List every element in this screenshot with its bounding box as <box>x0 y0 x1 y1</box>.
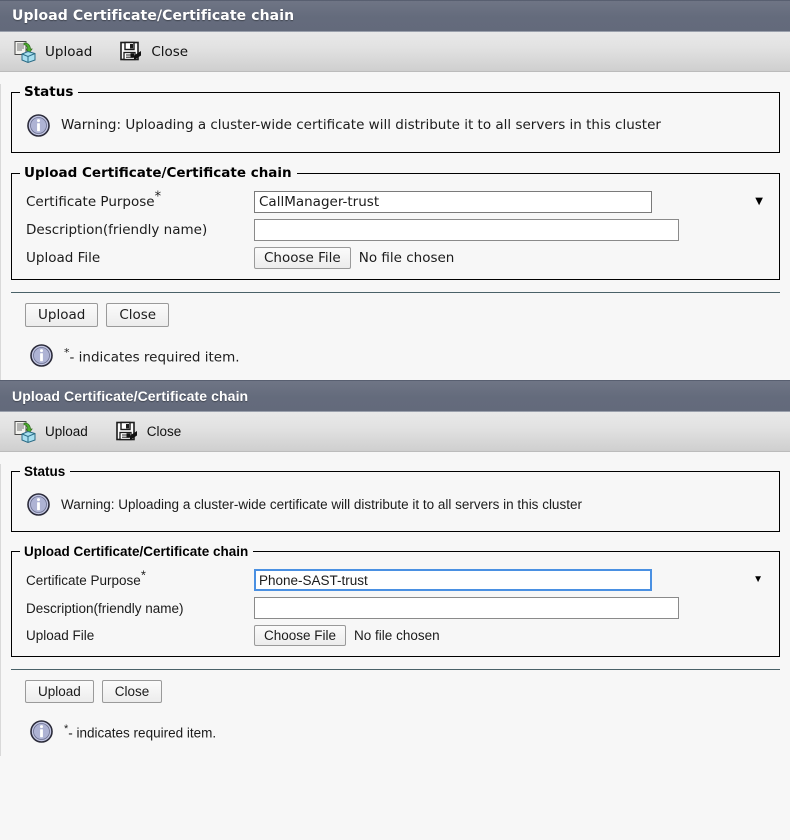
action-buttons: Upload Close <box>11 303 780 327</box>
window-titlebar: Upload Certificate/Certificate chain <box>0 0 790 32</box>
toolbar-upload-button[interactable]: Upload <box>12 39 92 65</box>
toolbar-upload-label: Upload <box>45 424 88 439</box>
description-input[interactable] <box>254 597 679 619</box>
upload-document-icon <box>12 39 38 65</box>
info-icon <box>29 719 54 744</box>
upload-form-legend: Upload Certificate/Certificate chain <box>24 165 292 181</box>
upload-file-row: Choose File No file chosen <box>254 625 771 646</box>
certificate-upload-panel-1: Upload Certificate/Certificate chain Upl… <box>0 0 790 380</box>
upload-file-row: Choose File No file chosen <box>254 247 771 269</box>
toolbar-upload-label: Upload <box>45 43 93 60</box>
upload-button[interactable]: Upload <box>25 303 99 327</box>
toolbar-close-label: Close <box>151 43 189 60</box>
upload-button[interactable]: Upload <box>25 680 94 703</box>
file-chosen-status: No file chosen <box>358 250 455 266</box>
toolbar: Upload Close <box>0 32 790 72</box>
certificate-purpose-select[interactable]: CallManager-trustPhone-SAST-trustCallMan… <box>254 191 652 213</box>
window-titlebar: Upload Certificate/Certificate chain <box>0 380 790 412</box>
required-item-note: *- indicates required item. <box>11 327 780 380</box>
required-item-note: *- indicates required item. <box>11 703 780 756</box>
save-close-floppy-icon <box>114 419 140 445</box>
page-title: Upload Certificate/Certificate chain <box>12 388 249 404</box>
close-button[interactable]: Close <box>101 680 163 703</box>
status-fieldset: Status Warning: Uploading a cluster-wide… <box>11 464 780 532</box>
status-message: Warning: Uploading a cluster-wide certif… <box>61 117 661 133</box>
file-chosen-status: No file chosen <box>354 628 440 643</box>
choose-file-button[interactable]: Choose File <box>254 625 347 646</box>
description-label: Description(friendly name) <box>26 222 208 238</box>
toolbar: Upload Close <box>0 412 790 452</box>
chevron-down-icon: ▼ <box>753 574 763 585</box>
required-note-body: - indicates required item. <box>68 725 217 741</box>
upload-document-icon <box>12 419 38 445</box>
info-icon <box>26 492 51 517</box>
description-input[interactable] <box>254 219 679 241</box>
status-fieldset: Status Warning: Uploading a cluster-wide… <box>11 84 780 153</box>
section-separator <box>11 292 780 293</box>
upload-form-fieldset: Upload Certificate/Certificate chain Cer… <box>11 544 780 657</box>
certificate-purpose-label: Certificate Purpose* <box>26 567 146 588</box>
certificate-purpose-label: Certificate Purpose* <box>26 189 162 211</box>
choose-file-button[interactable]: Choose File <box>254 247 351 269</box>
toolbar-close-label: Close <box>146 424 182 439</box>
upload-file-label: Upload File <box>26 250 101 266</box>
status-row: Warning: Uploading a cluster-wide certif… <box>26 110 769 140</box>
info-icon <box>26 113 51 138</box>
action-buttons: Upload Close <box>11 680 780 703</box>
upload-form-fieldset: Upload Certificate/Certificate chain Cer… <box>11 165 780 280</box>
toolbar-upload-button[interactable]: Upload <box>12 419 88 445</box>
required-asterisk: * <box>154 189 162 205</box>
chevron-down-icon: ▼ <box>755 196 763 207</box>
panel-body: Status Warning: Uploading a cluster-wide… <box>0 464 790 756</box>
toolbar-close-button[interactable]: Close <box>118 39 188 65</box>
status-legend: Status <box>24 464 66 479</box>
page-title: Upload Certificate/Certificate chain <box>12 8 295 24</box>
certificate-purpose-select-wrapper[interactable]: CallManager-trustPhone-SAST-trustCallMan… <box>254 569 771 591</box>
status-message: Warning: Uploading a cluster-wide certif… <box>61 496 582 512</box>
toolbar-close-button[interactable]: Close <box>114 419 182 445</box>
certificate-purpose-select[interactable]: CallManager-trustPhone-SAST-trustCallMan… <box>254 569 652 591</box>
required-note-text: *- indicates required item. <box>64 723 216 741</box>
status-legend: Status <box>24 84 74 100</box>
description-field-cell <box>254 219 771 241</box>
panel-body: Status Warning: Uploading a cluster-wide… <box>0 84 790 380</box>
required-asterisk: * <box>140 567 146 582</box>
certificate-purpose-select-wrapper[interactable]: CallManager-trustPhone-SAST-trustCallMan… <box>254 191 771 213</box>
certificate-upload-panel-2: Upload Certificate/Certificate chain Upl… <box>0 380 790 756</box>
upload-form-legend: Upload Certificate/Certificate chain <box>24 544 249 559</box>
section-separator <box>11 669 780 670</box>
description-label: Description(friendly name) <box>26 600 184 616</box>
info-icon <box>29 343 54 368</box>
description-field-cell <box>254 597 771 619</box>
required-note-body: - indicates required item. <box>69 349 240 366</box>
upload-file-label: Upload File <box>26 628 95 643</box>
close-button[interactable]: Close <box>106 303 170 327</box>
save-close-floppy-icon <box>118 39 144 65</box>
status-row: Warning: Uploading a cluster-wide certif… <box>26 489 769 519</box>
required-note-text: *- indicates required item. <box>64 346 240 366</box>
